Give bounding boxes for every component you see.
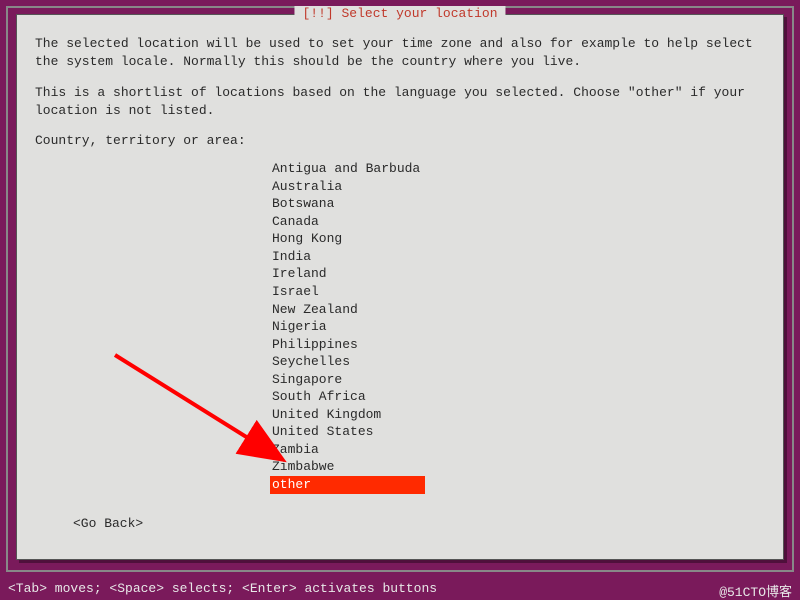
location-option[interactable]: Seychelles bbox=[270, 353, 765, 371]
location-option[interactable]: Zimbabwe bbox=[270, 458, 765, 476]
location-option[interactable]: Ireland bbox=[270, 265, 765, 283]
location-option[interactable]: Hong Kong bbox=[270, 230, 765, 248]
location-option[interactable]: Zambia bbox=[270, 441, 765, 459]
description-paragraph-2: This is a shortlist of locations based o… bbox=[35, 84, 765, 119]
prompt-label: Country, territory or area: bbox=[35, 133, 765, 148]
location-option[interactable]: Antigua and Barbuda bbox=[270, 160, 765, 178]
location-option[interactable]: Nigeria bbox=[270, 318, 765, 336]
location-option[interactable]: Canada bbox=[270, 213, 765, 231]
location-list: Antigua and BarbudaAustraliaBotswanaCana… bbox=[270, 160, 765, 493]
keyboard-help: <Tab> moves; <Space> selects; <Enter> ac… bbox=[8, 581, 437, 597]
location-option[interactable]: Israel bbox=[270, 283, 765, 301]
location-dialog: [!!] Select your location The selected l… bbox=[16, 14, 784, 560]
location-option[interactable]: United States bbox=[270, 423, 765, 441]
go-back-button[interactable]: <Go Back> bbox=[73, 516, 143, 531]
location-option[interactable]: Philippines bbox=[270, 336, 765, 354]
watermark: @51CTO博客 bbox=[719, 581, 792, 597]
location-option[interactable]: New Zealand bbox=[270, 301, 765, 319]
dialog-title: [!!] Select your location bbox=[294, 6, 505, 21]
location-option[interactable]: India bbox=[270, 248, 765, 266]
location-option[interactable]: Botswana bbox=[270, 195, 765, 213]
location-option[interactable]: United Kingdom bbox=[270, 406, 765, 424]
status-bar: <Tab> moves; <Space> selects; <Enter> ac… bbox=[0, 578, 800, 600]
dialog-content: The selected location will be used to se… bbox=[17, 15, 783, 543]
location-option[interactable]: other bbox=[270, 476, 425, 494]
location-option[interactable]: Australia bbox=[270, 178, 765, 196]
location-option[interactable]: Singapore bbox=[270, 371, 765, 389]
description-paragraph-1: The selected location will be used to se… bbox=[35, 35, 765, 70]
location-option[interactable]: South Africa bbox=[270, 388, 765, 406]
